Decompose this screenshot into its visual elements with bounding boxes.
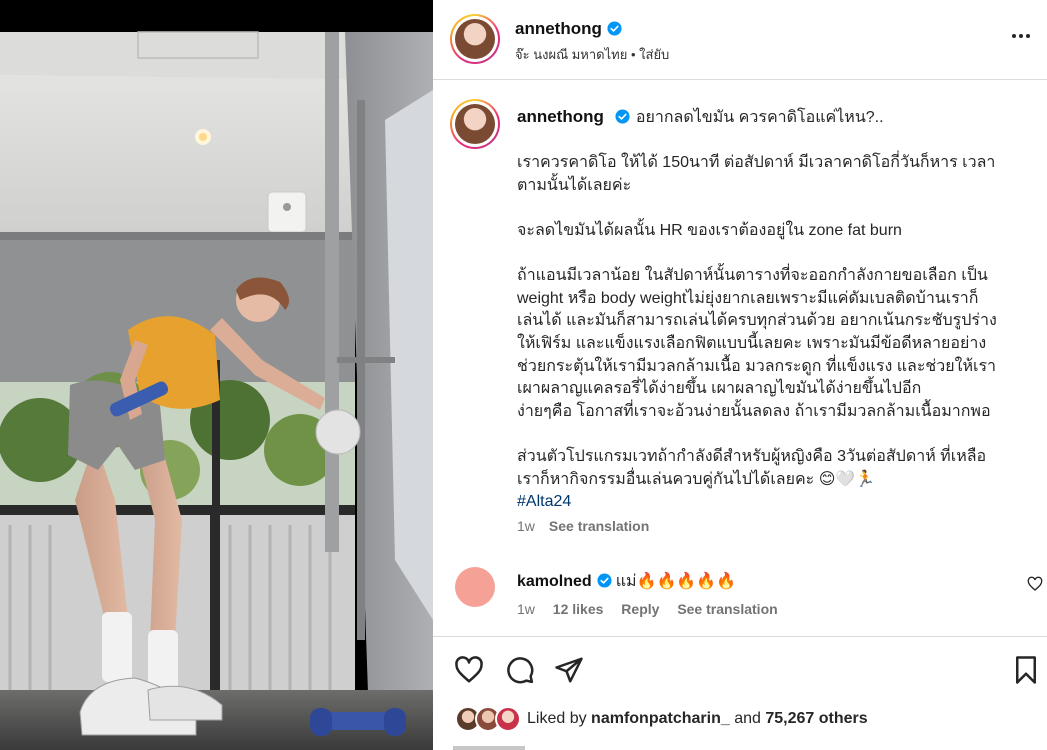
- liked-by-summary: Liked by namfonpatcharin_ and 75,267 oth…: [527, 710, 868, 728]
- post-caption: annethong อยากลดไขมัน ควรคาดิโอแค่ไหน?.. …: [517, 106, 1017, 514]
- post-detail-panel: annethong จ๊ะ นงผณี มหาดไทย • ใส่ยับ ann…: [433, 0, 1047, 750]
- caption-paragraph-3: ถ้าแอนมีเวลาน้อย ในสัปดาห์นั้นตารางที่จะ…: [517, 267, 997, 420]
- liked-by-prefix: Liked by: [527, 710, 587, 727]
- commenter-avatar[interactable]: [455, 567, 495, 607]
- liked-by-avatars[interactable]: [455, 706, 525, 734]
- comment-like-heart-icon[interactable]: [1027, 576, 1043, 592]
- see-translation-link[interactable]: See translation: [549, 518, 649, 534]
- verified-badge-icon: [607, 21, 622, 36]
- caption-meta: 1w See translation: [517, 518, 649, 534]
- author-username-row: annethong: [515, 19, 622, 39]
- post-header: annethong จ๊ะ นงผณี มหาดไทย • ใส่ยับ: [433, 0, 1047, 80]
- share-paper-plane-icon[interactable]: [554, 655, 584, 685]
- post-date-cutoff: [453, 746, 525, 750]
- save-bookmark-icon[interactable]: [1011, 655, 1041, 685]
- comment-age: 1w: [517, 601, 535, 617]
- post-photo: [0, 0, 433, 750]
- liked-by-and: and: [734, 710, 761, 727]
- comment-meta: 1w 12 likes Reply See translation: [517, 601, 792, 617]
- caption-paragraph-1: เราควรคาดิโอ ให้ได้ 150นาที ต่อสัปดาห์ ม…: [517, 154, 996, 194]
- comment-text: แม่🔥🔥🔥🔥🔥: [615, 573, 737, 590]
- author-username[interactable]: annethong: [515, 19, 602, 38]
- separator-dot: •: [630, 47, 636, 62]
- more-options-icon[interactable]: [1009, 24, 1033, 48]
- liker-avatar: [495, 706, 521, 732]
- author-avatar[interactable]: [450, 14, 500, 64]
- comment-bubble-icon[interactable]: [505, 655, 535, 685]
- hashtag-link[interactable]: #Alta24: [517, 491, 1017, 514]
- audio-artist[interactable]: จ๊ะ นงผณี มหาดไทย: [515, 47, 627, 62]
- post-media[interactable]: [0, 0, 433, 750]
- liked-by-username[interactable]: namfonpatcharin_: [591, 710, 730, 727]
- actions-divider: [433, 636, 1047, 637]
- comment-likes[interactable]: 12 likes: [553, 601, 604, 617]
- verified-badge-icon: [597, 573, 612, 588]
- caption-paragraph-4: ส่วนตัวโปรแกรมเวทถ้ากำลังดีสำหรับผู้หญิง…: [517, 446, 1017, 514]
- like-heart-icon[interactable]: [454, 655, 484, 685]
- reply-button[interactable]: Reply: [621, 601, 659, 617]
- audio-title[interactable]: ใส่ยับ: [639, 47, 669, 62]
- instagram-post-view: annethong จ๊ะ นงผณี มหาดไทย • ใส่ยับ ann…: [0, 0, 1047, 750]
- verified-badge-icon: [615, 109, 630, 124]
- caption-paragraph-2: จะลดไขมันได้ผลนั้น HR ของเราต้องอยู่ใน z…: [517, 221, 902, 239]
- liked-by-others-count[interactable]: 75,267 others: [765, 710, 867, 727]
- caption-username[interactable]: annethong: [517, 107, 604, 126]
- comment-see-translation[interactable]: See translation: [677, 601, 777, 617]
- caption-author-avatar[interactable]: [450, 99, 500, 149]
- commenter-username[interactable]: kamolned: [517, 573, 592, 590]
- post-age[interactable]: 1w: [517, 518, 535, 534]
- audio-label[interactable]: จ๊ะ นงผณี มหาดไทย • ใส่ยับ: [515, 44, 669, 65]
- comment: kamolned แม่🔥🔥🔥🔥🔥: [517, 569, 736, 594]
- caption-headline: อยากลดไขมัน ควรคาดิโอแค่ไหน?..: [635, 109, 884, 126]
